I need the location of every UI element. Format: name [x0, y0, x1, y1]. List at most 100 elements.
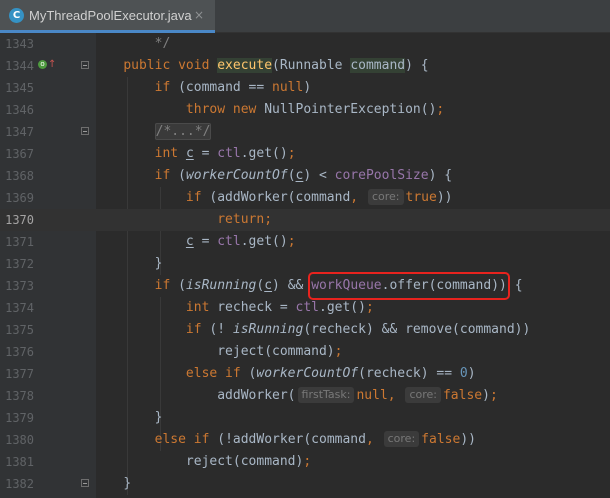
- fold-toggle-icon[interactable]: [81, 127, 89, 135]
- code-token: ctl: [217, 234, 241, 249]
- code-token: else if: [154, 432, 218, 447]
- code-text: if (workerCountOf(c) < corePoolSize) {: [92, 165, 452, 187]
- code-token: =: [193, 234, 218, 249]
- line-number[interactable]: 1372: [0, 253, 34, 275]
- code-text: throw new NullPointerException();: [92, 99, 444, 121]
- code-line[interactable]: 1369 if (addWorker(command, core: true)): [0, 187, 610, 209]
- code-line[interactable]: 1368 if (workerCountOf(c) < corePoolSize…: [0, 165, 610, 187]
- code-line[interactable]: 1346 throw new NullPointerException();: [0, 99, 610, 121]
- line-number[interactable]: 1343: [0, 33, 34, 55]
- code-token: ;: [365, 300, 374, 315]
- line-number[interactable]: 1374: [0, 297, 34, 319]
- code-text: if (! isRunning(recheck) && remove(comma…: [92, 319, 530, 341]
- line-number[interactable]: 1377: [0, 363, 34, 385]
- code-line[interactable]: 1378 addWorker(firstTask: null, core: fals…: [0, 385, 610, 407]
- line-number[interactable]: 1376: [0, 341, 34, 363]
- code-text: }: [92, 407, 163, 429]
- line-number[interactable]: 1380: [0, 429, 34, 451]
- code-line[interactable]: 1371 c = ctl.get();: [0, 231, 610, 253]
- code-token: c: [185, 234, 194, 249]
- close-icon[interactable]: ×: [194, 7, 204, 24]
- line-number[interactable]: 1347: [0, 121, 34, 143]
- code-line[interactable]: 1372 }: [0, 253, 610, 275]
- code-line[interactable]: 1382 }: [0, 473, 610, 495]
- code-text: if (isRunning(c) && workQueue.offer(comm…: [92, 272, 523, 300]
- code-editor[interactable]: 1343 */1344 o ↑ public void execute(Runnab…: [0, 33, 610, 498]
- line-number[interactable]: 1382: [0, 473, 34, 495]
- line-number[interactable]: 1381: [0, 451, 34, 473]
- code-token: }: [154, 256, 163, 271]
- code-text: if (command == null): [92, 77, 312, 99]
- code-token: ) {: [405, 58, 429, 73]
- code-line[interactable]: 1374 int recheck = ctl.get();: [0, 297, 610, 319]
- code-text: return;: [92, 209, 272, 231]
- line-number[interactable]: 1346: [0, 99, 34, 121]
- code-line[interactable]: 1344 o ↑ public void execute(Runnable comm…: [0, 55, 610, 77]
- code-line[interactable]: 1381 reject(command);: [0, 451, 610, 473]
- code-token: .get(): [240, 234, 288, 249]
- code-token: workerCountOf: [256, 366, 359, 381]
- code-line[interactable]: 1347 /*...*/: [0, 121, 610, 143]
- code-token: (recheck) ==: [358, 366, 460, 381]
- code-token: ;: [303, 454, 312, 469]
- code-token: .get(): [240, 146, 288, 161]
- code-line[interactable]: 1370 return;: [0, 209, 610, 231]
- code-line[interactable]: 1380 else if (!addWorker(command, core: f…: [0, 429, 610, 451]
- highlighted-expression-box: workQueue.offer(command)): [308, 272, 510, 300]
- override-up-arrow-icon[interactable]: ↑: [48, 60, 56, 70]
- code-line[interactable]: 1377 else if (workerCountOf(recheck) == …: [0, 363, 610, 385]
- code-token: */: [154, 36, 171, 51]
- code-token: ctl: [295, 300, 319, 315]
- fold-toggle-icon[interactable]: [81, 479, 89, 487]
- code-text: }: [92, 253, 163, 275]
- code-token: )): [436, 190, 453, 205]
- code-token: ;: [334, 344, 343, 359]
- file-tab-mythreadpoolexecutor[interactable]: C MyThreadPoolExecutor.java ×: [0, 0, 215, 33]
- code-token: ): [303, 80, 312, 95]
- code-line[interactable]: 1379 }: [0, 407, 610, 429]
- code-line[interactable]: 1343 */: [0, 33, 610, 55]
- line-number[interactable]: 1371: [0, 231, 34, 253]
- code-token: (: [287, 168, 296, 183]
- line-number[interactable]: 1345: [0, 77, 34, 99]
- code-token: (recheck) && remove(command)): [303, 322, 531, 337]
- code-line[interactable]: 1375 if (! isRunning(recheck) && remove(…: [0, 319, 610, 341]
- gutter-markers[interactable]: o ↑: [38, 60, 56, 72]
- code-line[interactable]: 1376 reject(command);: [0, 341, 610, 363]
- code-text: public void execute(Runnable command) {: [92, 55, 429, 77]
- line-number[interactable]: 1378: [0, 385, 34, 407]
- line-number[interactable]: 1369: [0, 187, 34, 209]
- line-number[interactable]: 1373: [0, 275, 34, 297]
- code-token: reject(command): [217, 344, 335, 359]
- implementation-marker-icon[interactable]: o: [38, 60, 47, 69]
- fold-minus-icon: [83, 64, 87, 66]
- code-token: workQueue: [311, 278, 382, 293]
- code-text: c = ctl.get();: [92, 231, 296, 253]
- code-token: if: [154, 80, 179, 95]
- line-number[interactable]: 1367: [0, 143, 34, 165]
- code-token: true: [405, 190, 437, 205]
- line-number[interactable]: 1370: [0, 209, 34, 231]
- code-token: return;: [217, 212, 273, 227]
- code-token: command: [350, 58, 406, 73]
- parameter-hint: core:: [383, 431, 420, 447]
- code-line[interactable]: 1373 if (isRunning(c) && workQueue.offer…: [0, 272, 610, 300]
- code-token: ;: [489, 388, 498, 403]
- code-token: throw new: [185, 102, 265, 117]
- code-token: else if: [185, 366, 249, 381]
- line-number[interactable]: 1368: [0, 165, 34, 187]
- line-number[interactable]: 1379: [0, 407, 34, 429]
- line-number[interactable]: 1375: [0, 319, 34, 341]
- code-line[interactable]: 1367 int c = ctl.get();: [0, 143, 610, 165]
- code-line[interactable]: 1345 if (command == null): [0, 77, 610, 99]
- fold-toggle-icon[interactable]: [81, 61, 89, 69]
- line-number[interactable]: 1344: [0, 55, 34, 77]
